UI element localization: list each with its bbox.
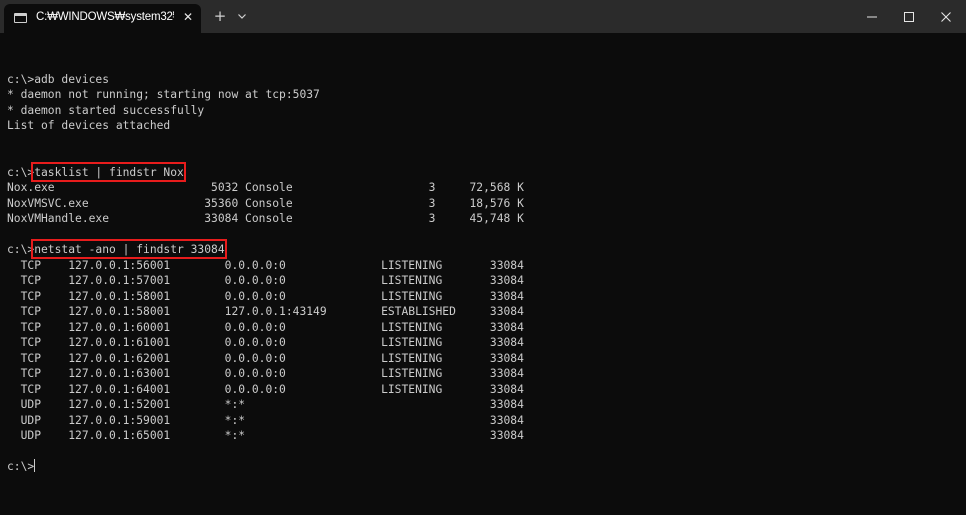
output-line: Nox.exe 5032 Console 3 72,568 K — [7, 181, 524, 194]
tab-close-icon[interactable]: ✕ — [181, 9, 195, 25]
close-button[interactable] — [928, 0, 964, 33]
output-line: TCP 127.0.0.1:60001 0.0.0.0:0 LISTENING … — [7, 320, 524, 334]
output-line: TCP 127.0.0.1:64001 0.0.0.0:0 LISTENING … — [7, 382, 524, 396]
output-line: TCP 127.0.0.1:58001 0.0.0.0:0 LISTENING … — [7, 289, 524, 303]
tab-cmd[interactable]: C:₩WINDOWS₩system32₩cmd.exe ✕ — [4, 4, 201, 33]
maximize-button[interactable] — [891, 0, 927, 33]
output-line: TCP 127.0.0.1:57001 0.0.0.0:0 LISTENING … — [7, 274, 524, 287]
new-tab-plus-icon[interactable]: + — [212, 7, 228, 25]
terminal-window: C:₩WINDOWS₩system32₩cmd.exe ✕ + c:\>ad — [0, 0, 966, 515]
output-line: * daemon started successfully — [7, 103, 205, 117]
output-line: TCP 127.0.0.1:63001 0.0.0.0:0 LISTENING … — [7, 367, 524, 380]
tab-title: C:₩WINDOWS₩system32₩cmd.exe — [36, 11, 174, 23]
text-cursor — [34, 459, 36, 472]
title-bar: C:₩WINDOWS₩system32₩cmd.exe ✕ + — [0, 0, 966, 33]
command-line: c:\>netstat -ano | findstr 33084 — [7, 239, 957, 259]
close-icon — [941, 12, 951, 22]
highlight-box — [31, 239, 227, 259]
prompt-line: c:\> — [7, 459, 36, 473]
highlight-box — [31, 161, 187, 182]
minimize-icon — [867, 16, 877, 18]
output-line: UDP 127.0.0.1:65001 *:* 33084 — [7, 429, 524, 442]
output-line: UDP 127.0.0.1:52001 *:* 33084 — [7, 398, 524, 411]
maximize-icon — [904, 12, 914, 22]
output-line: UDP 127.0.0.1:59001 *:* 33084 — [7, 413, 524, 427]
command-line: c:\>tasklist | findstr Nox — [7, 161, 957, 182]
console-output[interactable]: c:\>adb devices * daemon not running; sta… — [7, 56, 957, 475]
output-line: TCP 127.0.0.1:61001 0.0.0.0:0 LISTENING … — [7, 336, 524, 349]
output-line: TCP 127.0.0.1:58001 127.0.0.1:43149 ESTA… — [7, 305, 524, 318]
output-line: NoxVMHandle.exe 33084 Console 3 45,748 K — [7, 212, 524, 225]
output-line: List of devices attached — [7, 119, 171, 132]
output-line: TCP 127.0.0.1:62001 0.0.0.0:0 LISTENING … — [7, 351, 524, 365]
output-line: * daemon not running; starting now at tc… — [7, 88, 320, 101]
output-line: NoxVMSVC.exe 35360 Console 3 18,576 K — [7, 196, 524, 210]
minimize-button[interactable] — [854, 0, 890, 33]
output-line: c:\>adb devices — [7, 72, 110, 86]
chevron-down-icon[interactable] — [235, 9, 249, 23]
console-icon — [14, 13, 27, 23]
output-line: TCP 127.0.0.1:56001 0.0.0.0:0 LISTENING … — [7, 258, 524, 272]
